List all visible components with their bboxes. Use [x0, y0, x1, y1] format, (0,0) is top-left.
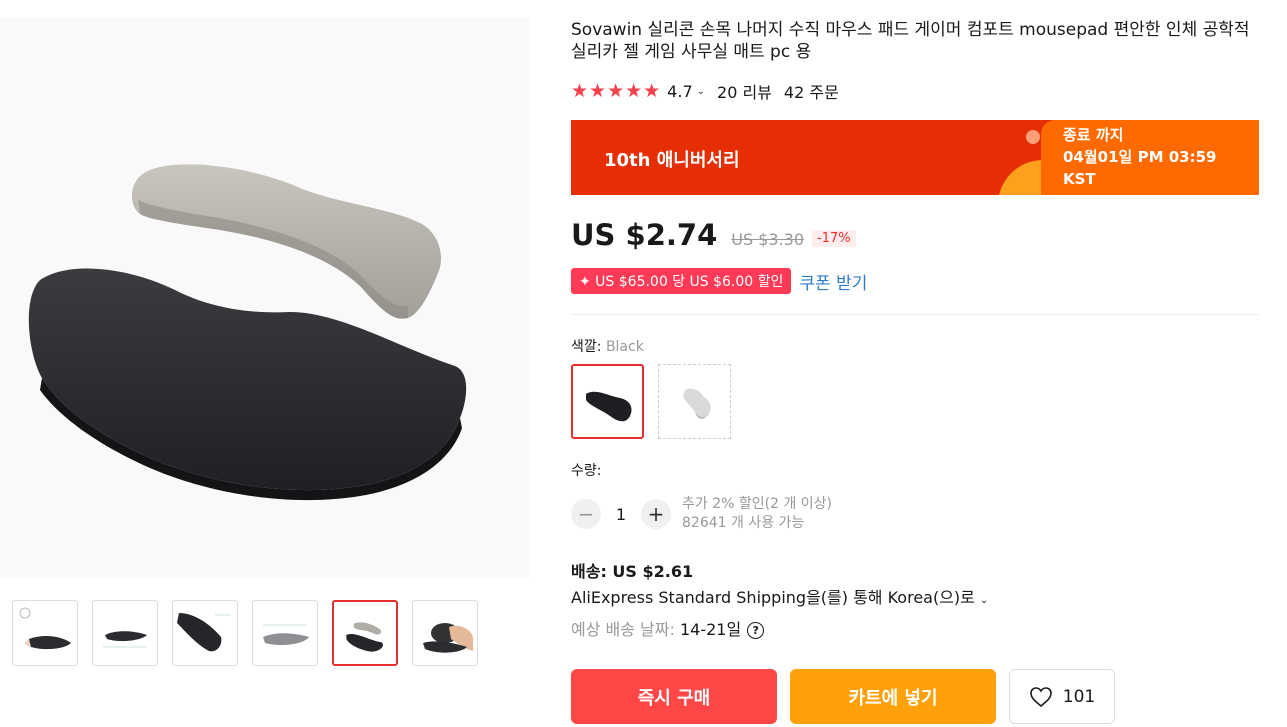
shipping-method-text[interactable]: AliExpress Standard Shipping을(를) 통해 Kore… — [571, 588, 975, 607]
color-label-text: 색깔: — [571, 339, 606, 355]
quantity-stepper: − 1 + 추가 2% 할인(2 개 이상) 82641 개 사용 가능 — [571, 495, 832, 533]
timer-title: 종료 까지 — [1063, 126, 1124, 144]
color-swatch-gray[interactable] — [658, 364, 731, 439]
quantity-value[interactable]: 1 — [601, 505, 641, 524]
wishlist-button[interactable]: 101 — [1009, 669, 1115, 724]
product-title: Sovawin 실리콘 손목 나머지 수직 마우스 패드 게이머 컴포트 mou… — [571, 20, 1250, 62]
thumbnail-strip — [12, 600, 478, 666]
rating-score[interactable]: 4.7 — [667, 82, 692, 101]
increment-button[interactable]: + — [641, 499, 671, 529]
review-count[interactable]: 20 리뷰 — [717, 79, 772, 103]
thumbnail-4[interactable] — [252, 600, 318, 666]
quantity-info: 추가 2% 할인(2 개 이상) 82641 개 사용 가능 — [682, 495, 832, 533]
price-row: US $2.74 US $3.30 -17% — [571, 218, 856, 252]
coupon-row: ✦ US $65.00 당 US $6.00 할인 쿠폰 받기 — [571, 268, 867, 294]
timer-timezone: KST — [1063, 170, 1096, 188]
color-swatch-black[interactable] — [571, 364, 644, 439]
thumbnail-2[interactable] — [92, 600, 158, 666]
delivery-estimate: 예상 배송 날짜: 14-21일? — [571, 616, 765, 640]
thumbnail-6[interactable] — [412, 600, 478, 666]
banner-decor-dot — [1026, 130, 1040, 144]
shipping-method[interactable]: AliExpress Standard Shipping을(를) 통해 Kore… — [571, 584, 988, 608]
heart-icon — [1029, 686, 1052, 707]
delivery-estimate-value: 14-21일 — [679, 620, 742, 639]
thumbnail-3[interactable] — [172, 600, 238, 666]
discount-badge: -17% — [812, 230, 856, 247]
stock-available-text: 82641 개 사용 가능 — [682, 515, 805, 531]
timer-date: 04월01일 PM 03:59 — [1063, 148, 1217, 166]
thumbnail-5-selected[interactable] — [332, 600, 398, 666]
action-buttons: 즉시 구매 카트에 넣기 101 — [571, 669, 1115, 724]
bulk-discount-text: 추가 2% 할인(2 개 이상) — [682, 496, 833, 512]
wishlist-count: 101 — [1062, 686, 1096, 707]
chevron-down-icon[interactable]: ⌄ — [697, 86, 705, 97]
coupon-tag[interactable]: ✦ US $65.00 당 US $6.00 할인 — [571, 268, 792, 294]
promo-banner-label: 10th 애니버서리 — [604, 150, 740, 171]
color-swatches — [571, 364, 731, 439]
rating-row: ★★★★★ 4.7 ⌄ 20 리뷰 42 주문 — [571, 79, 839, 103]
promo-timer: 종료 까지 04월01일 PM 03:59 KST — [1041, 120, 1259, 195]
quantity-label: 수량: — [571, 463, 602, 479]
chevron-down-icon[interactable]: ⌄ — [980, 595, 988, 606]
main-product-image[interactable] — [0, 18, 530, 578]
current-price: US $2.74 — [571, 218, 718, 252]
star-rating-icons: ★★★★★ — [571, 80, 662, 102]
thumbnail-1[interactable] — [12, 600, 78, 666]
order-count: 42 주문 — [783, 83, 839, 102]
get-coupon-link[interactable]: 쿠폰 받기 — [799, 269, 867, 294]
decrement-button[interactable]: − — [571, 499, 601, 529]
delivery-estimate-label: 예상 배송 날짜: — [571, 620, 680, 639]
help-icon[interactable]: ? — [747, 622, 765, 639]
color-value: Black — [605, 339, 644, 355]
promo-banner: 10th 애니버서리 종료 까지 04월01일 PM 03:59 KST — [571, 120, 1259, 195]
buy-now-button[interactable]: 즉시 구매 — [571, 669, 777, 724]
divider — [571, 314, 1259, 315]
shipping-cost: 배송: US $2.61 — [571, 562, 694, 581]
original-price: US $3.30 — [731, 230, 805, 249]
add-to-cart-button[interactable]: 카트에 넣기 — [790, 669, 996, 724]
color-label: 색깔: Black — [571, 336, 644, 356]
